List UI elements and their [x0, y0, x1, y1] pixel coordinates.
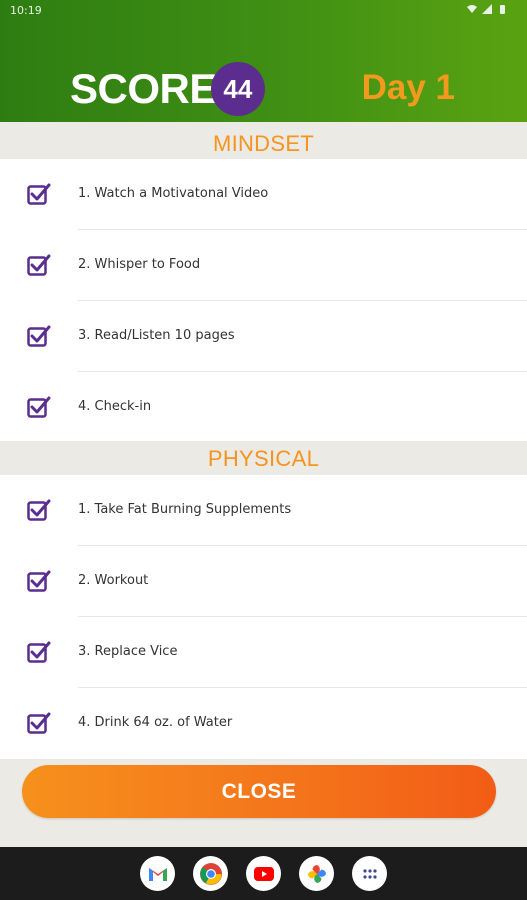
battery-icon — [500, 5, 505, 14]
close-area: CLOSE — [0, 759, 527, 847]
checkbox-checked-icon[interactable] — [27, 254, 51, 276]
chrome-icon[interactable] — [193, 856, 228, 891]
checklist-item-label: 4. Check-in — [78, 399, 152, 414]
status-bar: 10:19 — [0, 0, 527, 22]
checkbox-checked-icon[interactable] — [27, 712, 51, 734]
section-header-mindset: MINDSET — [0, 126, 527, 162]
checkbox-checked-icon[interactable] — [27, 570, 51, 592]
checklist-item-label: 2. Workout — [78, 573, 149, 588]
signal-icon — [482, 4, 492, 14]
checklist-item[interactable]: 3. Read/Listen 10 pages — [0, 301, 527, 372]
checkbox-checked-icon[interactable] — [27, 641, 51, 663]
checkbox-checked-icon[interactable] — [27, 183, 51, 205]
checklist-item-label: 2. Whisper to Food — [78, 257, 201, 272]
checklist-item-label: 1. Take Fat Burning Supplements — [78, 502, 292, 517]
checklist-item[interactable]: 4. Check-in — [0, 372, 527, 443]
checklist-item[interactable]: 2. Whisper to Food — [0, 230, 527, 301]
checklist-item-label: 1. Watch a Motivatonal Video — [78, 186, 269, 201]
logo-text: SCORE — [70, 65, 217, 112]
mindset-checklist: 1. Watch a Motivatonal Video 2. Whisper … — [0, 159, 527, 442]
gmail-icon[interactable] — [140, 856, 175, 891]
checklist-item-label: 4. Drink 64 oz. of Water — [78, 715, 233, 730]
youtube-icon[interactable] — [246, 856, 281, 891]
checkbox-checked-icon[interactable] — [27, 499, 51, 521]
checklist-item[interactable]: 3. Replace Vice — [0, 617, 527, 688]
checklist-item[interactable]: 4. Drink 64 oz. of Water — [0, 688, 527, 759]
photos-icon[interactable] — [299, 856, 334, 891]
dock-bar — [0, 847, 527, 900]
section-header-physical: PHYSICAL — [0, 441, 527, 477]
checkbox-checked-icon[interactable] — [27, 396, 51, 418]
logo-badge: 44 — [210, 62, 265, 116]
app-header: 10:19 SCORE 44 Day 1 — [0, 0, 527, 122]
score44-logo: SCORE 44 — [70, 62, 265, 116]
checklist-item-label: 3. Read/Listen 10 pages — [78, 328, 235, 343]
checklist-item-label: 3. Replace Vice — [78, 644, 178, 659]
checklist-item[interactable]: 1. Take Fat Burning Supplements — [0, 475, 527, 546]
day-label: Day 1 — [361, 68, 455, 107]
close-button[interactable]: CLOSE — [22, 765, 496, 818]
physical-checklist: 1. Take Fat Burning Supplements 2. Worko… — [0, 475, 527, 759]
checklist-item[interactable]: 1. Watch a Motivatonal Video — [0, 159, 527, 230]
wifi-icon — [467, 5, 477, 13]
checkbox-checked-icon[interactable] — [27, 325, 51, 347]
app-drawer-icon[interactable] — [352, 856, 387, 891]
status-time: 10:19 — [10, 4, 42, 17]
status-icons — [467, 4, 507, 14]
checklist-item[interactable]: 2. Workout — [0, 546, 527, 617]
